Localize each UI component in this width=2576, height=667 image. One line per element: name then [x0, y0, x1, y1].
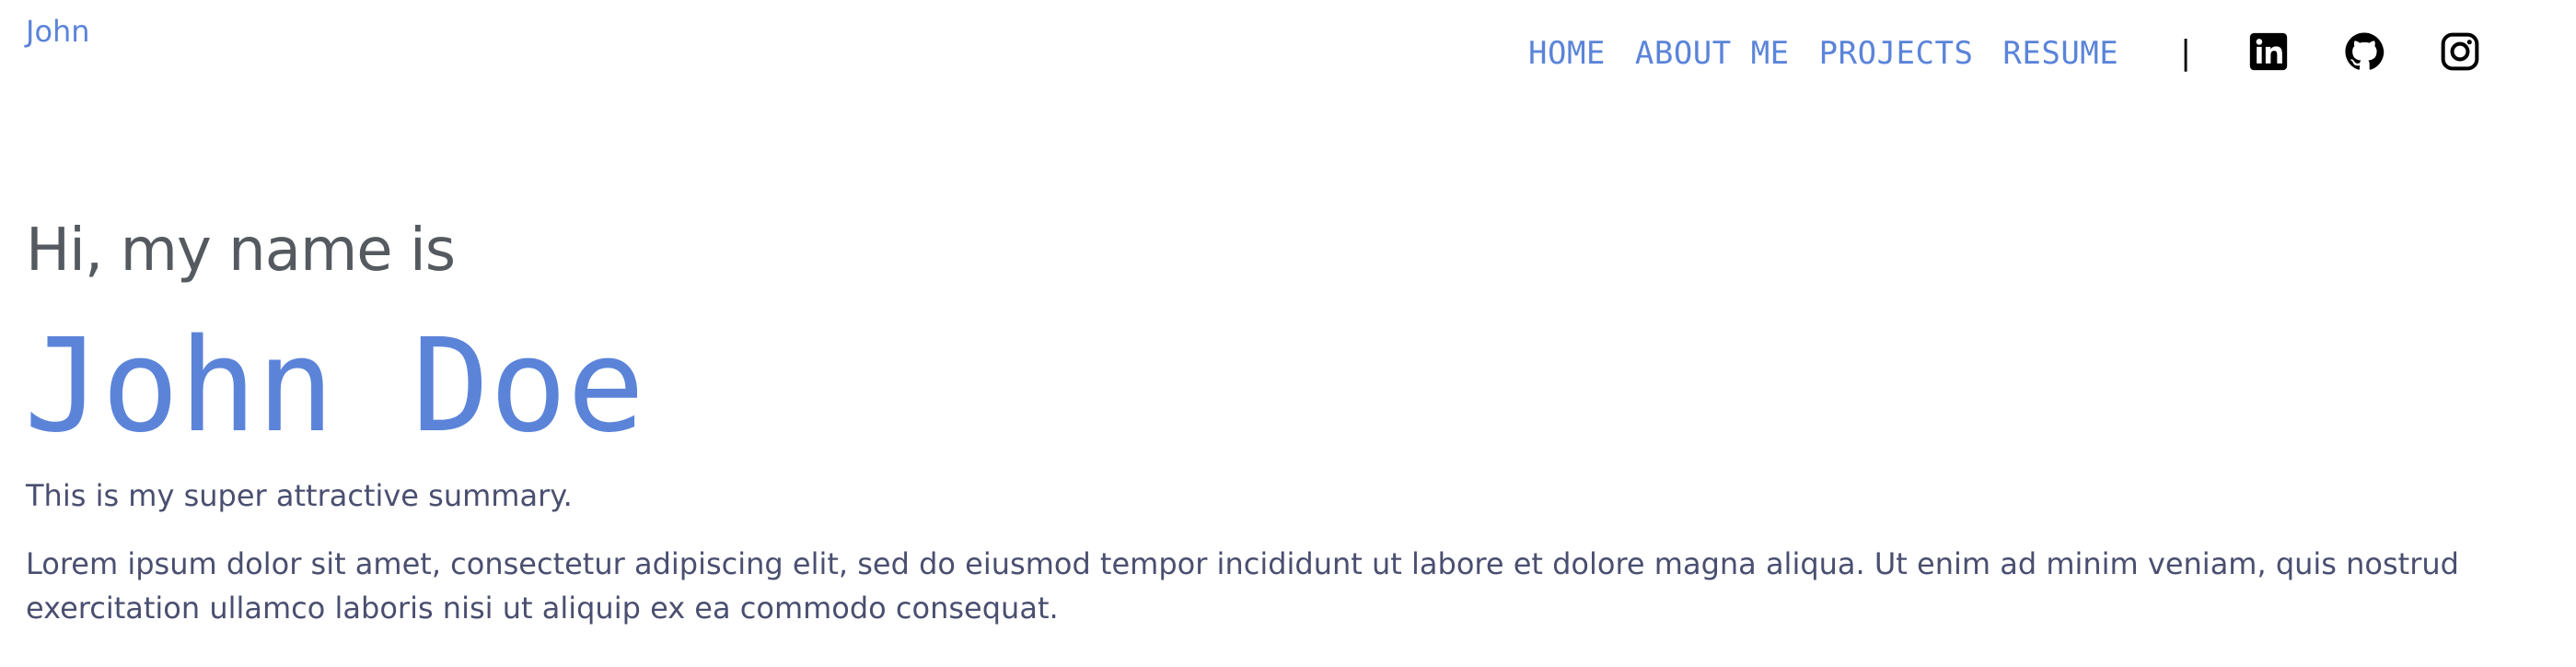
nav-link-home[interactable]: HOME [1528, 35, 1606, 72]
instagram-icon [2441, 32, 2479, 71]
hero-summary: This is my super attractive summary. [26, 478, 573, 513]
instagram-link[interactable] [2440, 31, 2480, 72]
nav-divider: | [2180, 34, 2192, 72]
linkedin-link[interactable] [2248, 31, 2289, 72]
nav-link-about-me[interactable]: ABOUT ME [1635, 35, 1790, 72]
linkedin-icon [2249, 32, 2288, 71]
github-link[interactable] [2344, 31, 2385, 72]
nav-link-resume[interactable]: RESUME [2002, 35, 2118, 72]
brand-link[interactable]: John [26, 13, 90, 50]
hero-greeting: Hi, my name is [26, 216, 456, 285]
nav-link-projects[interactable]: PROJECTS [1819, 35, 1974, 72]
github-icon [2345, 32, 2385, 70]
hero-name: John Doe [24, 311, 645, 462]
hero-description: Lorem ipsum dolor sit amet, consectetur … [26, 546, 2459, 626]
main-nav: HOME ABOUT ME PROJECTS RESUME [1528, 31, 2118, 76]
